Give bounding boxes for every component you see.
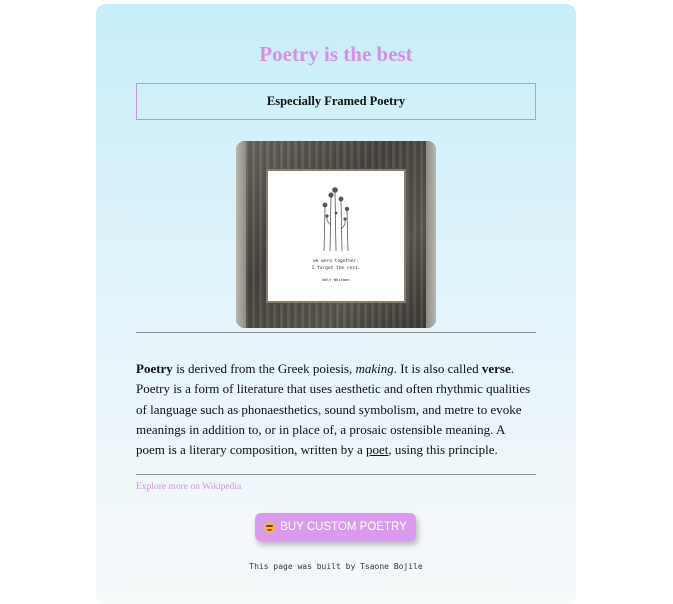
poet-link[interactable]: poet: [366, 442, 388, 457]
grinning-face-icon: [264, 521, 276, 533]
term-verse: verse: [481, 361, 511, 376]
poem-print: we were together. I forget the rest. Wal…: [268, 171, 404, 301]
picture-frame: we were together. I forget the rest. Wal…: [266, 169, 406, 303]
image-background-left: [236, 141, 246, 328]
framed-poem-image: we were together. I forget the rest. Wal…: [236, 141, 436, 328]
wikipedia-link[interactable]: Explore more on Wikipedia: [136, 482, 241, 492]
footer-credit: This page was built by Tsaone Bojile: [249, 562, 423, 571]
poem-line-2: I forget the rest.: [311, 266, 361, 271]
term-making: making: [355, 361, 394, 376]
image-background-right: [426, 141, 436, 328]
flower-illustration: [322, 187, 350, 251]
description-text: , using this principle.: [388, 442, 498, 458]
subtitle-box: Especially Framed Poetry: [136, 83, 536, 120]
page-title: Poetry is the best: [259, 42, 413, 66]
poem-line-1: we were together.: [312, 259, 360, 264]
buy-custom-poetry-button[interactable]: BUY CUSTOM POETRY: [255, 513, 416, 541]
content-card: Poetry is the best Especially Framed Poe…: [96, 4, 576, 604]
description-text: . It is also called: [393, 361, 482, 376]
description-text: is derived from the Greek poiesis,: [172, 361, 356, 376]
term-poetry: Poetry: [136, 361, 173, 376]
subtitle: Especially Framed Poetry: [266, 94, 406, 108]
buy-button-label: BUY CUSTOM POETRY: [280, 521, 407, 533]
poetry-description: Poetry is derived from the Greek poiesis…: [136, 359, 536, 460]
divider-top: [136, 332, 536, 333]
poem-author: Walt Whitman: [322, 277, 350, 282]
divider-bottom: [136, 474, 536, 475]
